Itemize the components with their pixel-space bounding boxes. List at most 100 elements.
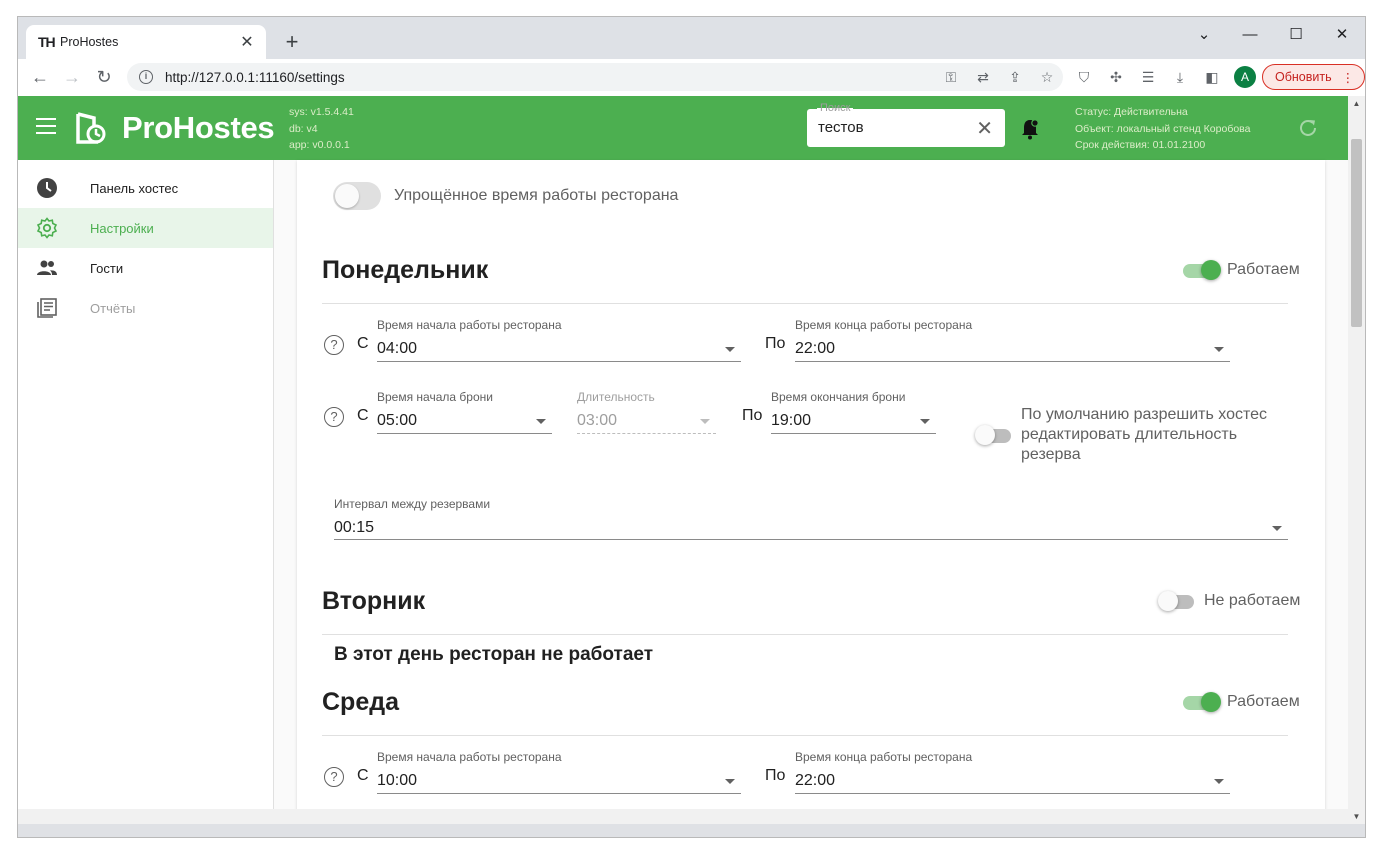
field-label: Длительность <box>577 390 655 404</box>
field-label: Время конца работы ресторана <box>795 750 973 764</box>
minimize-button[interactable]: — <box>1227 21 1273 49</box>
close-window-button[interactable]: ✕ <box>1319 21 1365 49</box>
sidebar-item-label: Панель хостес <box>90 180 179 196</box>
db-version: db: v4 <box>289 122 318 135</box>
field-value: 22:00 <box>795 772 836 789</box>
update-button[interactable]: Обновить ⋮ <box>1262 64 1365 90</box>
app-brand: ProHostes <box>122 110 275 145</box>
chevron-down-icon <box>700 419 710 424</box>
site-info-icon[interactable]: i <box>139 70 153 84</box>
wednesday-open-time-select[interactable]: Время начала работы ресторана 10:00 <box>377 750 741 794</box>
address-bar[interactable]: i http://127.0.0.1:11160/settings ⚿ ⇄ ⇪ … <box>127 63 1063 91</box>
day-closed-message: В этот день ресторан не работает <box>334 644 654 665</box>
key-icon[interactable]: ⚿ <box>935 69 967 86</box>
sidebar-item-label: Гости <box>90 260 124 276</box>
browser-tab[interactable]: TH ProHostes ✕ <box>26 25 266 59</box>
shield-icon[interactable]: ⛉ <box>1068 69 1100 86</box>
page-viewport: ProHostes sys: v1.5.4.41 db: v4 app: v0.… <box>18 96 1349 824</box>
browser-window: TH ProHostes ✕ + ⌄ — ☐ ✕ ← → ↻ i http://… <box>17 16 1366 838</box>
settings-content: Упрощённое время работы ресторана Понеде… <box>274 160 1349 824</box>
sidebar-item-settings[interactable]: Настройки <box>18 208 273 248</box>
translate-icon[interactable]: ⇄ <box>967 69 999 86</box>
divider <box>322 735 1288 736</box>
new-tab-button[interactable]: + <box>278 29 306 57</box>
people-icon <box>37 260 57 275</box>
scroll-down-icon[interactable]: ▼ <box>1348 812 1365 821</box>
horizontal-scrollbar[interactable] <box>18 809 1349 824</box>
playlist-icon[interactable]: ☰ <box>1132 69 1164 86</box>
wednesday-working-toggle[interactable] <box>1181 692 1221 712</box>
sidebar-item-guests[interactable]: Гости <box>18 248 273 288</box>
from-prefix: С <box>357 767 369 784</box>
tab-favicon-icon: TH <box>38 34 56 50</box>
allow-edit-duration-label: По умолчанию разрешить хостес редактиров… <box>1021 406 1268 463</box>
clock-icon <box>37 178 57 198</box>
url-text[interactable]: http://127.0.0.1:11160/settings <box>165 70 935 85</box>
star-icon[interactable]: ☆ <box>1031 69 1063 86</box>
sidebar-item-label: Настройки <box>90 220 154 236</box>
field-label: Интервал между резервами <box>334 497 491 511</box>
chevron-down-icon <box>536 419 546 424</box>
to-prefix: По <box>765 335 786 352</box>
monday-working-label: Работаем <box>1227 261 1300 278</box>
monday-close-time-select[interactable]: Время конца работы ресторана 22:00 <box>795 318 1230 362</box>
gear-icon <box>36 217 58 239</box>
simplified-hours-label: Упрощённое время работы ресторана <box>394 187 679 204</box>
avatar[interactable]: A <box>1234 66 1256 88</box>
tab-search-chevron-down-icon[interactable]: ⌄ <box>1181 21 1227 49</box>
monday-booking-end-select[interactable]: Время окончания брони 19:00 <box>771 390 936 434</box>
monday-open-time-select[interactable]: Время начала работы ресторана 04:00 <box>377 318 741 362</box>
simplified-hours-toggle[interactable] <box>333 182 381 210</box>
side-panel-icon[interactable]: ◧ <box>1196 69 1228 86</box>
monday-working-toggle[interactable] <box>1181 260 1221 280</box>
forward-button[interactable]: → <box>56 67 88 88</box>
field-label: Время начала работы ресторана <box>377 318 562 332</box>
chevron-down-icon <box>1214 347 1224 352</box>
menu-icon[interactable] <box>36 118 56 134</box>
to-prefix: По <box>765 767 786 784</box>
chevron-down-icon <box>1272 526 1282 531</box>
chevron-down-icon <box>920 419 930 424</box>
back-button[interactable]: ← <box>24 67 56 88</box>
tab-strip: TH ProHostes ✕ + ⌄ — ☐ ✕ <box>18 17 1365 59</box>
sidebar: Панель хостес Настройки Гости Отчёты <box>18 160 274 824</box>
help-icon[interactable]: ? <box>324 407 344 427</box>
tab-close-icon[interactable]: ✕ <box>238 32 256 52</box>
allow-edit-duration-toggle[interactable] <box>975 425 1015 445</box>
field-value: 10:00 <box>377 772 418 789</box>
field-value: 04:00 <box>377 340 418 357</box>
to-prefix: По <box>742 407 763 424</box>
divider <box>322 634 1288 635</box>
clear-search-icon[interactable]: ✕ <box>976 116 993 141</box>
help-icon[interactable]: ? <box>324 335 344 355</box>
help-icon[interactable]: ? <box>324 767 344 787</box>
vertical-scrollbar[interactable]: ▲ ▼ <box>1348 96 1365 824</box>
scroll-up-icon[interactable]: ▲ <box>1348 99 1365 108</box>
extensions-area: ⛉ ✣ ☰ ⤓ ◧ A Обновить ⋮ <box>1068 63 1365 91</box>
from-prefix: С <box>357 335 369 352</box>
maximize-button[interactable]: ☐ <box>1273 21 1319 49</box>
divider <box>322 303 1288 304</box>
day-title-wednesday: Среда <box>322 688 400 716</box>
download-icon[interactable]: ⤓ <box>1164 69 1196 86</box>
search-label: Поиск <box>817 102 854 114</box>
sys-version: sys: v1.5.4.41 <box>289 106 354 118</box>
wednesday-close-time-select[interactable]: Время конца работы ресторана 22:00 <box>795 750 1230 794</box>
bell-icon[interactable] <box>1020 118 1040 140</box>
sidebar-item-reports[interactable]: Отчёты <box>18 288 273 328</box>
monday-booking-start-select[interactable]: Время начала брони 05:00 <box>377 390 552 434</box>
tuesday-working-toggle[interactable] <box>1158 591 1198 611</box>
update-button-label: Обновить <box>1275 70 1332 84</box>
puzzle-icon[interactable]: ✣ <box>1100 69 1132 86</box>
refresh-icon[interactable] <box>1297 117 1319 139</box>
scrollbar-thumb[interactable] <box>1351 139 1362 327</box>
reload-button[interactable]: ↻ <box>88 67 120 88</box>
browser-toolbar: ← → ↻ i http://127.0.0.1:11160/settings … <box>18 59 1365 96</box>
settings-card: Упрощённое время работы ресторана Понеде… <box>297 160 1325 824</box>
booking-interval-select[interactable]: Интервал между резервами 00:15 <box>334 497 1288 540</box>
app-version: app: v0.0.0.1 <box>289 139 350 151</box>
share-icon[interactable]: ⇪ <box>999 69 1031 86</box>
search-input[interactable] <box>818 119 968 136</box>
sidebar-item-hostess-panel[interactable]: Панель хостес <box>18 168 273 208</box>
chevron-down-icon <box>1214 779 1224 784</box>
